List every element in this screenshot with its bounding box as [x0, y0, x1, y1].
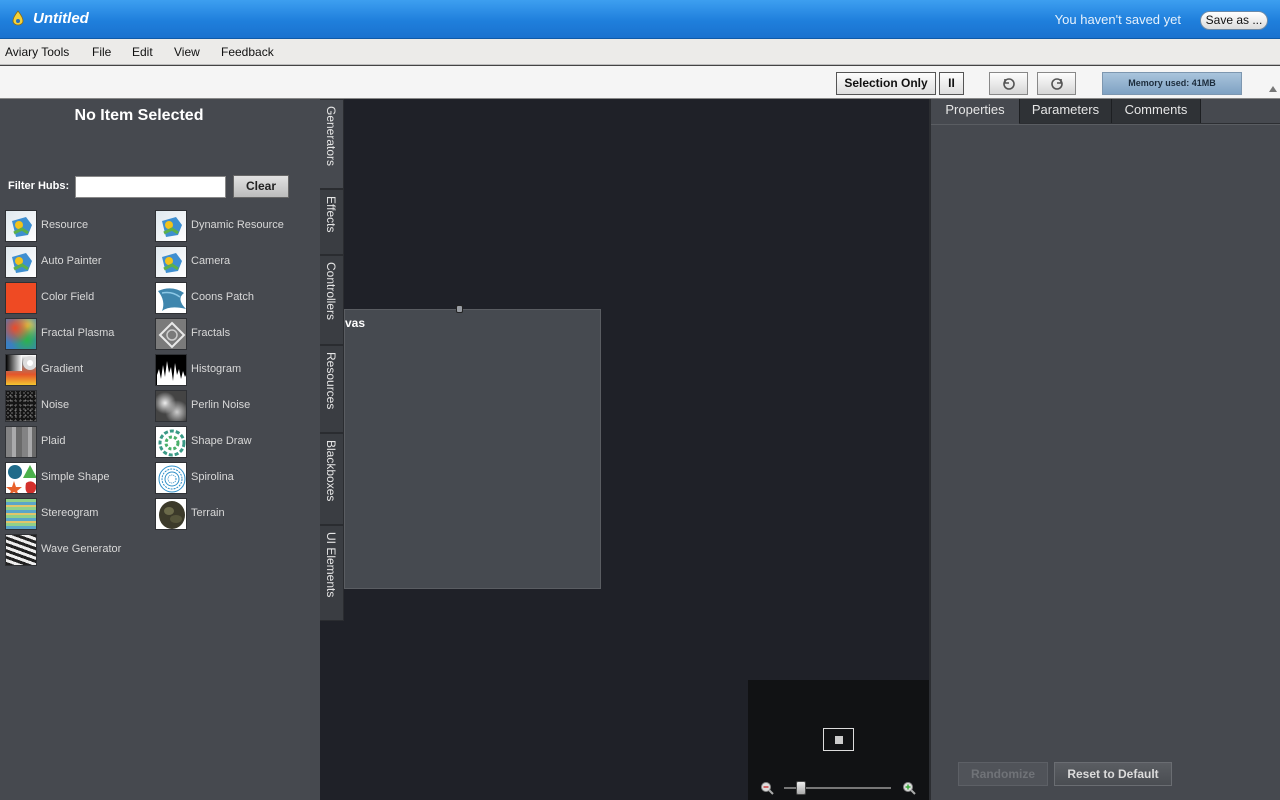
menu-aviary-tools[interactable]: Aviary Tools — [5, 45, 69, 59]
tab-effects[interactable]: Effects — [320, 189, 344, 255]
document-title: Untitled — [33, 10, 89, 27]
noise-icon — [5, 390, 37, 422]
plaid-icon — [5, 426, 37, 458]
menu-file[interactable]: File — [92, 45, 111, 59]
coons-patch-icon — [155, 282, 187, 314]
tab-generators[interactable]: Generators — [320, 99, 344, 189]
tab-ui-elements[interactable]: UI Elements — [320, 525, 344, 621]
hub-label: Perlin Noise — [191, 399, 251, 411]
toolbar: Selection Only II Memory used: 41MB — [0, 65, 1280, 99]
hub-label: Camera — [191, 255, 231, 267]
pause-button[interactable]: II — [939, 72, 964, 95]
hub-label: Wave Generator — [41, 543, 122, 555]
minimap-viewport[interactable] — [823, 728, 854, 751]
menu-view[interactable]: View — [174, 45, 200, 59]
canvas-node-label: vas — [345, 316, 366, 330]
tab-label: Effects — [324, 196, 338, 233]
fractals-icon — [155, 318, 187, 350]
fractal-plasma-icon — [5, 318, 37, 350]
menu-bar: Aviary Tools File Edit View Feedback — [0, 39, 1280, 65]
save-status-text: You haven't saved yet — [1054, 12, 1181, 27]
canvas-node[interactable]: vas — [344, 309, 601, 589]
hub-label: Gradient — [41, 363, 84, 375]
spirolina-icon — [155, 462, 187, 494]
zoom-out-icon[interactable] — [760, 781, 774, 795]
save-as-button[interactable]: Save as ... — [1200, 11, 1268, 30]
undo-icon — [1003, 78, 1015, 90]
dynamic-resource-icon — [155, 210, 187, 242]
stereogram-icon — [5, 498, 37, 530]
hub-label: Stereogram — [41, 507, 99, 519]
filter-hubs-label: Filter Hubs: — [8, 180, 70, 192]
clear-filter-button[interactable]: Clear — [233, 175, 289, 198]
tab-label: UI Elements — [324, 532, 338, 598]
hub-label: Fractal Plasma — [41, 327, 115, 339]
hub-label: Terrain — [191, 507, 225, 519]
hub-label: Shape Draw — [191, 435, 252, 447]
zoom-in-icon[interactable] — [902, 781, 916, 795]
menu-edit[interactable]: Edit — [132, 45, 153, 59]
tab-parameters[interactable]: Parameters — [1019, 99, 1112, 123]
hub-library-panel: No Item Selected Filter Hubs: Clear Reso… — [0, 99, 320, 800]
properties-content: Randomize Reset to Default — [931, 124, 1280, 800]
tab-properties[interactable]: Properties — [931, 99, 1019, 123]
hub-label: Spirolina — [191, 471, 234, 483]
filter-hubs-input[interactable] — [75, 176, 226, 198]
properties-panel: Properties Parameters Comments Randomize… — [929, 99, 1280, 800]
histogram-icon — [155, 354, 187, 386]
wave-generator-icon — [5, 534, 37, 566]
terrain-icon — [155, 498, 187, 530]
color-field-icon — [5, 282, 37, 314]
selection-only-button[interactable]: Selection Only — [836, 72, 936, 95]
hub-label: Color Field — [41, 291, 95, 303]
aviary-logo-icon — [12, 10, 24, 26]
tab-label: Blackboxes — [324, 440, 338, 502]
memory-usage-indicator: Memory used: 41MB — [1102, 72, 1242, 95]
menu-feedback[interactable]: Feedback — [221, 45, 274, 59]
hub-label: Coons Patch — [191, 291, 254, 303]
redo-icon — [1051, 78, 1063, 90]
hub-label: Resource — [41, 219, 89, 231]
resource-icon — [5, 210, 37, 242]
hub-label: Simple Shape — [41, 471, 110, 483]
shape-draw-icon — [155, 426, 187, 458]
tab-label: Resources — [324, 352, 338, 410]
randomize-button[interactable]: Randomize — [958, 762, 1048, 786]
redo-button[interactable] — [1037, 72, 1076, 95]
hub-label: Auto Painter — [41, 255, 102, 267]
tab-label: Generators — [324, 106, 338, 167]
tab-label: Controllers — [324, 262, 338, 321]
tab-resources[interactable]: Resources — [320, 345, 344, 433]
category-tabs: Generators Effects Controllers Resources… — [320, 99, 344, 621]
reset-to-default-button[interactable]: Reset to Default — [1054, 762, 1172, 786]
perlin-noise-icon — [155, 390, 187, 422]
camera-icon — [155, 246, 187, 278]
simple-shape-icon — [5, 462, 37, 494]
hub-label: Dynamic Resource — [191, 219, 284, 231]
gradient-icon — [5, 354, 37, 386]
tab-controllers[interactable]: Controllers — [320, 255, 344, 345]
resize-corner-icon[interactable] — [1269, 86, 1277, 92]
tab-blackboxes[interactable]: Blackboxes — [320, 433, 344, 525]
zoom-slider-thumb[interactable] — [796, 781, 806, 795]
minimap-node-marker — [835, 736, 843, 744]
node-connector-handle[interactable] — [456, 305, 463, 313]
undo-button[interactable] — [989, 72, 1028, 95]
hub-label: Histogram — [191, 363, 242, 375]
minimap[interactable] — [748, 680, 929, 800]
panel-title: No Item Selected — [74, 107, 204, 124]
tab-comments[interactable]: Comments — [1112, 99, 1201, 123]
hub-label: Fractals — [191, 327, 231, 339]
title-bar: Untitled You haven't saved yet Save as .… — [0, 0, 1280, 39]
hub-label: Noise — [41, 399, 70, 411]
hub-label: Plaid — [41, 435, 66, 447]
auto-painter-icon — [5, 246, 37, 278]
